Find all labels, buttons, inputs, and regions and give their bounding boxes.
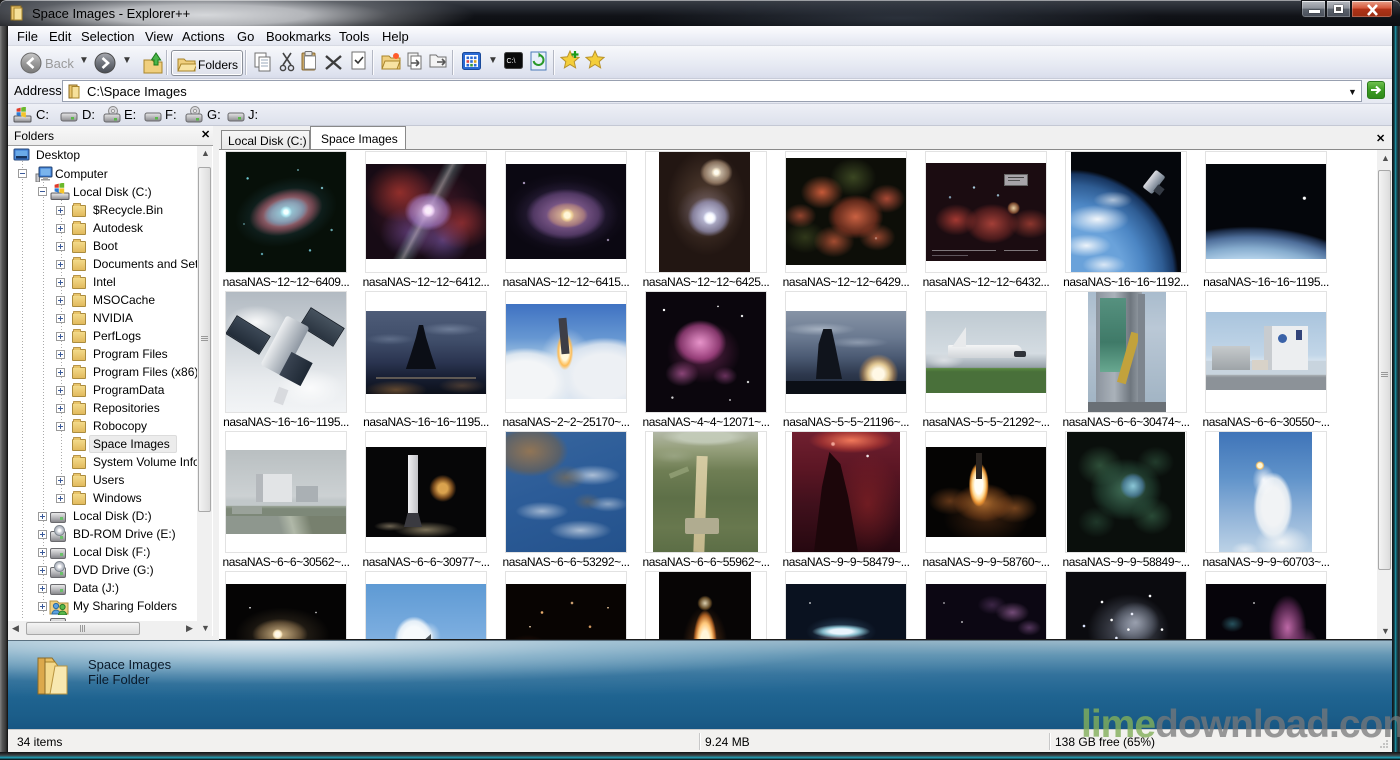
svg-text:C:\: C:\	[507, 58, 516, 65]
